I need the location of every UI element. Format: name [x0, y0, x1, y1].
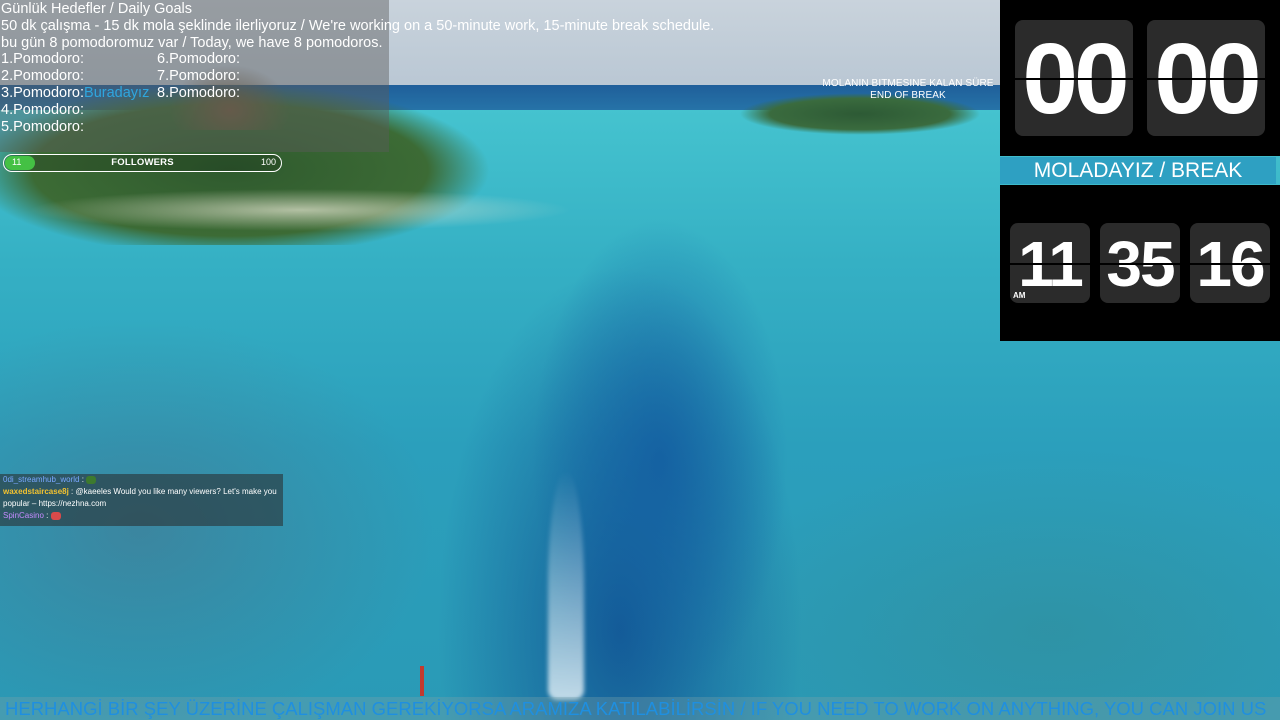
chat-overlay: 0di_streamhub_world : waxedstaircase8j :…	[0, 474, 283, 526]
break-mode-banner: MOLADAYIZ / BREAK	[1000, 157, 1276, 184]
chat-message: waxedstaircase8j : @kaeeles Would you li…	[0, 486, 283, 510]
goal-row: 4.Pomodoro:	[1, 102, 761, 119]
goal-row: 2.Pomodoro: 7.Pomodoro:	[1, 68, 761, 85]
chat-username: 0di_streamhub_world	[3, 475, 80, 484]
followers-label: FOLLOWERS	[111, 157, 174, 168]
frog-emote-icon	[86, 475, 97, 484]
clock-ampm: AM	[1013, 291, 1026, 300]
goals-count: bu gün 8 pomodoromuz var / Today, we hav…	[1, 34, 383, 51]
pomodoro-4: 4.Pomodoro:	[1, 101, 85, 118]
pomodoro-8: 8.Pomodoro:	[157, 84, 241, 101]
timer-seconds: 00	[1147, 20, 1265, 136]
chat-username: SpinCasino	[3, 511, 44, 520]
chat-separator: :	[43, 511, 51, 520]
ticker-text: HERHANGİ BİR ŞEY ÜZERİNE ÇALIŞMAN GEREKİ…	[5, 698, 1267, 719]
pomodoro-6: 6.Pomodoro:	[157, 51, 241, 68]
chat-username: waxedstaircase8j	[3, 487, 69, 496]
clock-seconds: 16	[1190, 223, 1270, 303]
chat-message: 0di_streamhub_world :	[0, 474, 283, 486]
pomodoro-5: 5.Pomodoro:	[1, 118, 85, 135]
pomodoro-2: 2.Pomodoro:	[1, 68, 85, 85]
goal-row: 5.Pomodoro:	[1, 119, 761, 136]
goals-schedule: 50 dk çalışma - 15 dk mola şeklinde iler…	[1, 17, 715, 34]
break-remaining-tr: MOLANIN BITMESINE KALAN SÜRE	[822, 78, 994, 89]
flip-clock-panel: 11 35 16 AM	[1000, 185, 1280, 341]
break-remaining-label: MOLANIN BITMESINE KALAN SÜRE END OF BREA…	[808, 78, 1008, 102]
chat-separator: :	[79, 475, 87, 484]
goals-title: Günlük Hedefler / Daily Goals	[1, 1, 192, 17]
followers-goal-bar: 11 FOLLOWERS 100	[3, 154, 282, 172]
pomodoro-3-label: 3.Pomodoro:	[1, 84, 85, 101]
pomodoro-1: 1.Pomodoro:	[1, 51, 85, 68]
pomodoro-3: 3.Pomodoro:Buradayız	[1, 85, 157, 102]
daily-goals-text: Günlük Hedefler / Daily Goals 50 dk çalı…	[1, 1, 761, 135]
chat-separator: :	[68, 487, 76, 496]
timer-minutes: 00	[1015, 20, 1133, 136]
clock-minutes: 35	[1100, 223, 1180, 303]
boat-wake	[548, 470, 584, 700]
goal-row: 1.Pomodoro: 6.Pomodoro:	[1, 51, 761, 68]
pomodoro-7: 7.Pomodoro:	[157, 68, 241, 85]
break-remaining-en: END OF BREAK	[870, 90, 946, 101]
announcement-ticker: HERHANGİ BİR ŞEY ÜZERİNE ÇALIŞMAN GEREKİ…	[0, 697, 1280, 720]
heart-emote-icon	[50, 511, 61, 520]
goal-row: 3.Pomodoro:Buradayız 8.Pomodoro:	[1, 85, 761, 102]
current-pomodoro-marker: Buradayız	[84, 84, 150, 101]
countdown-timer-panel: 00 00	[1000, 0, 1280, 156]
buoy-marker	[420, 666, 424, 696]
chat-message: SpinCasino :	[0, 510, 283, 522]
followers-target: 100	[260, 157, 276, 167]
beach	[0, 170, 640, 240]
